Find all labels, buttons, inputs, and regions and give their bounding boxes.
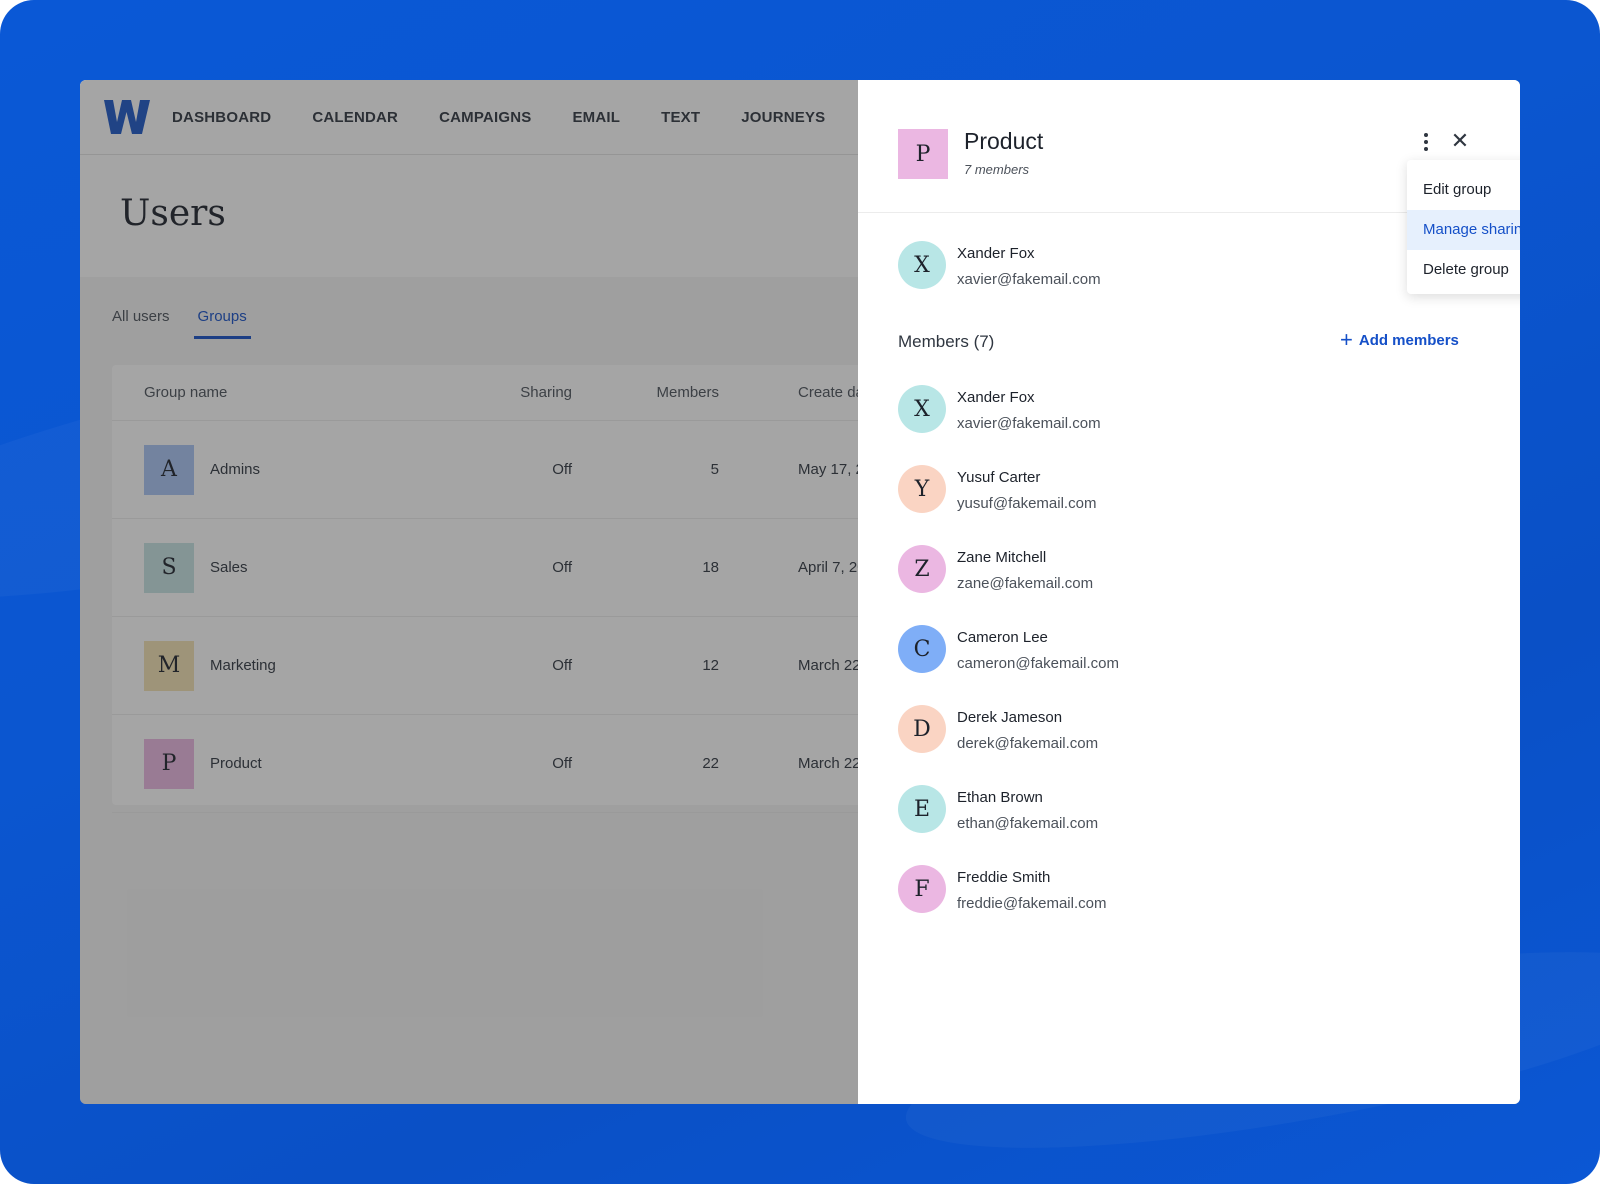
member-name: Zane Mitchell [957,549,1047,566]
member-email: ethan@fakemail.com [957,815,1099,832]
member-name: Derek Jameson [957,709,1063,726]
list-item[interactable]: C Cameron Lee cameron@fakemail.com [898,625,1378,675]
menu-item-delete-group[interactable]: Delete group [1407,250,1520,290]
avatar: Z [898,545,946,593]
list-item[interactable]: Z Zane Mitchell zane@fakemail.com [898,545,1378,595]
avatar: X [898,385,946,433]
group-member-count: 7 members [964,162,1030,177]
app-window: DASHBOARD CALENDAR CAMPAIGNS EMAIL TEXT … [80,80,1520,1104]
list-item[interactable]: Y Yusuf Carter yusuf@fakemail.com [898,465,1378,515]
member-name: Cameron Lee [957,629,1048,646]
member-email: cameron@fakemail.com [957,655,1119,672]
member-email: freddie@fakemail.com [957,895,1107,912]
list-item[interactable]: X Xander Fox xavier@fakemail.com [898,385,1378,435]
avatar: D [898,705,946,753]
plus-icon: + [1340,327,1353,352]
list-item[interactable]: E Ethan Brown ethan@fakemail.com [898,785,1378,835]
backdrop: DASHBOARD CALENDAR CAMPAIGNS EMAIL TEXT … [0,0,1600,1184]
more-options-icon[interactable] [1414,130,1438,154]
menu-item-manage-sharing[interactable]: Manage sharing [1407,210,1520,250]
avatar: Y [898,465,946,513]
group-title: Product [964,128,1044,154]
group-options-menu: Edit group Manage sharing Delete group [1407,160,1520,294]
avatar: E [898,785,946,833]
group-detail-panel: P Product 7 members ✕ X Xander Fox xavie… [858,80,1520,1104]
list-item[interactable]: D Derek Jameson derek@fakemail.com [898,705,1378,755]
member-email: xavier@fakemail.com [957,415,1101,432]
list-item[interactable]: F Freddie Smith freddie@fakemail.com [898,865,1378,915]
member-name: Xander Fox [957,389,1035,406]
member-name: Yusuf Carter [957,469,1041,486]
avatar: F [898,865,946,913]
close-icon[interactable]: ✕ [1448,129,1472,153]
members-title: Members (7) [898,332,995,351]
group-avatar: P [898,129,948,179]
avatar: C [898,625,946,673]
add-members-label: Add members [1358,331,1459,349]
add-members-button[interactable]: + Add members [1340,327,1459,352]
avatar: X [898,241,946,289]
group-owner: X Xander Fox xavier@fakemail.com [898,241,1378,291]
member-email: derek@fakemail.com [957,735,1099,752]
owner-name: Xander Fox [957,245,1035,262]
member-email: yusuf@fakemail.com [957,495,1097,512]
member-email: zane@fakemail.com [957,575,1094,592]
member-name: Freddie Smith [957,869,1051,886]
menu-item-edit-group[interactable]: Edit group [1407,170,1520,210]
member-name: Ethan Brown [957,789,1043,806]
owner-email: xavier@fakemail.com [957,271,1101,288]
